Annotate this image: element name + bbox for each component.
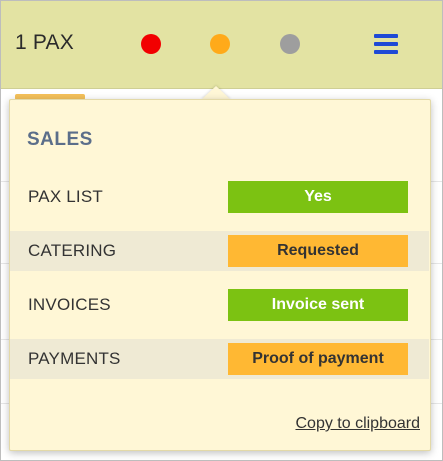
section-title: SALES xyxy=(27,129,93,150)
row-label: PAYMENTS xyxy=(28,349,121,368)
popover-arrow xyxy=(201,86,231,100)
hamburger-menu-icon[interactable] xyxy=(374,34,398,54)
status-badge[interactable]: Invoice sent xyxy=(228,289,408,321)
menu-bar xyxy=(374,42,398,46)
status-row-invoices: INVOICES Invoice sent xyxy=(10,285,429,325)
copy-to-clipboard-link[interactable]: Copy to clipboard xyxy=(295,415,420,433)
status-badge[interactable]: Requested xyxy=(228,235,408,267)
row-label: PAX LIST xyxy=(28,187,103,206)
menu-bar xyxy=(374,34,398,38)
app-frame: 1 PAX SALES PAX LIST Yes CATERING Reques… xyxy=(0,0,443,461)
red-status-dot-icon[interactable] xyxy=(141,34,161,54)
status-row-payments: PAYMENTS Proof of payment xyxy=(10,339,429,379)
sales-popover xyxy=(9,99,431,451)
status-row-catering: CATERING Requested xyxy=(10,231,429,271)
orange-status-dot-icon[interactable] xyxy=(210,34,230,54)
row-label: INVOICES xyxy=(28,295,111,314)
pax-count: 1 PAX xyxy=(15,31,74,54)
menu-bar xyxy=(374,50,398,54)
grey-status-dot-icon[interactable] xyxy=(280,34,300,54)
row-label: CATERING xyxy=(28,241,117,260)
status-row-pax-list: PAX LIST Yes xyxy=(10,177,429,217)
status-badge[interactable]: Proof of payment xyxy=(228,343,408,375)
status-badge[interactable]: Yes xyxy=(228,181,408,213)
header-bar: 1 PAX xyxy=(1,1,442,89)
